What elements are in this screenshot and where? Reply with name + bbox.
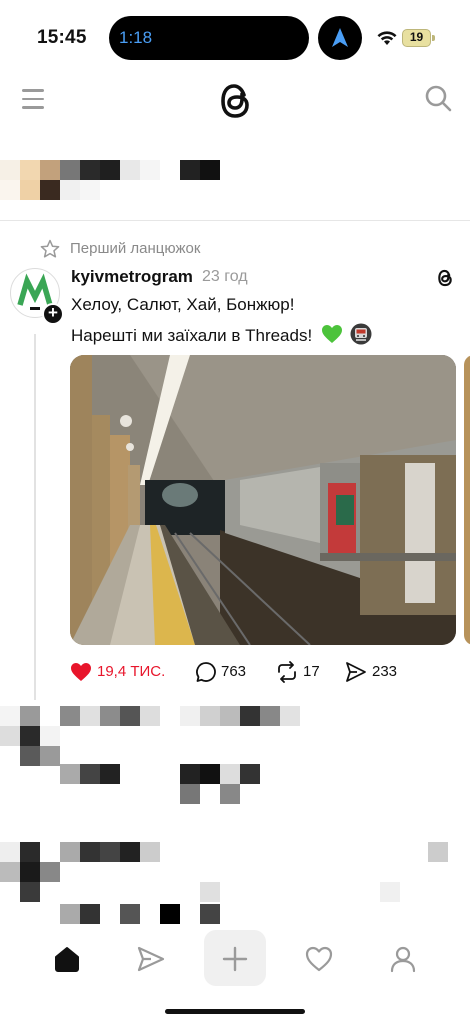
repost-count: 17 (303, 663, 320, 680)
follow-plus-icon[interactable]: + (42, 303, 64, 325)
post-username[interactable]: kyivmetrogram (71, 267, 193, 287)
menu-icon[interactable] (22, 89, 44, 109)
plus-icon (222, 946, 248, 972)
heart-filled-icon (71, 663, 91, 681)
metro-station-photo (70, 355, 456, 645)
share-count: 233 (372, 663, 398, 680)
app-header (0, 76, 470, 126)
threads-logo-icon[interactable] (216, 80, 254, 122)
home-icon (55, 947, 79, 972)
battery-indicator: 19 (402, 29, 435, 47)
like-count: 19,4 ТИС. (97, 663, 166, 680)
heart-icon (305, 946, 333, 972)
status-bar: 15:45 1:18 19 (0, 0, 470, 76)
thread-line (34, 334, 36, 700)
post-text-line2: Нарешті ми заїхали в Threads! (71, 323, 372, 346)
tab-profile[interactable] (372, 930, 432, 986)
share-button[interactable]: 233 (345, 660, 415, 684)
island-timer: 1:18 (119, 28, 153, 47)
home-indicator[interactable] (165, 1009, 305, 1014)
send-icon (346, 662, 366, 682)
tab-home[interactable] (36, 930, 96, 986)
next-photo-preview[interactable] (464, 355, 470, 645)
post-text-line2-text: Нарешті ми заїхали в Threads! (71, 326, 313, 345)
green-heart-icon (321, 325, 342, 343)
dynamic-island[interactable]: 1:18 (109, 16, 309, 60)
tab-activity[interactable] (288, 930, 348, 986)
star-icon (40, 239, 60, 258)
tab-bar (0, 930, 470, 990)
repost-icon (278, 661, 296, 683)
threads-badge-icon (438, 269, 452, 287)
navigation-icon[interactable] (318, 16, 362, 60)
feed-divider (0, 220, 470, 221)
pixelated-content (0, 706, 300, 804)
post-photo[interactable] (70, 355, 456, 645)
pixelated-content (0, 842, 448, 924)
status-time: 15:45 (37, 27, 87, 48)
thread-label-text: Перший ланцюжок (70, 240, 201, 257)
like-button[interactable]: 19,4 ТИС. (70, 660, 170, 684)
tab-send[interactable] (120, 930, 180, 986)
post-time: 23 год (202, 268, 248, 285)
search-icon[interactable] (424, 84, 452, 112)
comment-count: 763 (221, 663, 247, 680)
comment-icon (196, 662, 216, 682)
wifi-icon (377, 31, 397, 45)
repost-button[interactable]: 17 (275, 660, 335, 684)
tab-compose[interactable] (204, 930, 266, 986)
metro-train-icon (350, 323, 372, 345)
send-icon (137, 946, 165, 972)
pixelated-content (0, 160, 220, 200)
post-text-line1: Хелоу, Салют, Хай, Бонжюр! (71, 295, 295, 314)
profile-icon (390, 946, 416, 973)
post-actions: 19,4 ТИС. 763 17 233 (70, 660, 450, 684)
comment-button[interactable]: 763 (195, 660, 255, 684)
